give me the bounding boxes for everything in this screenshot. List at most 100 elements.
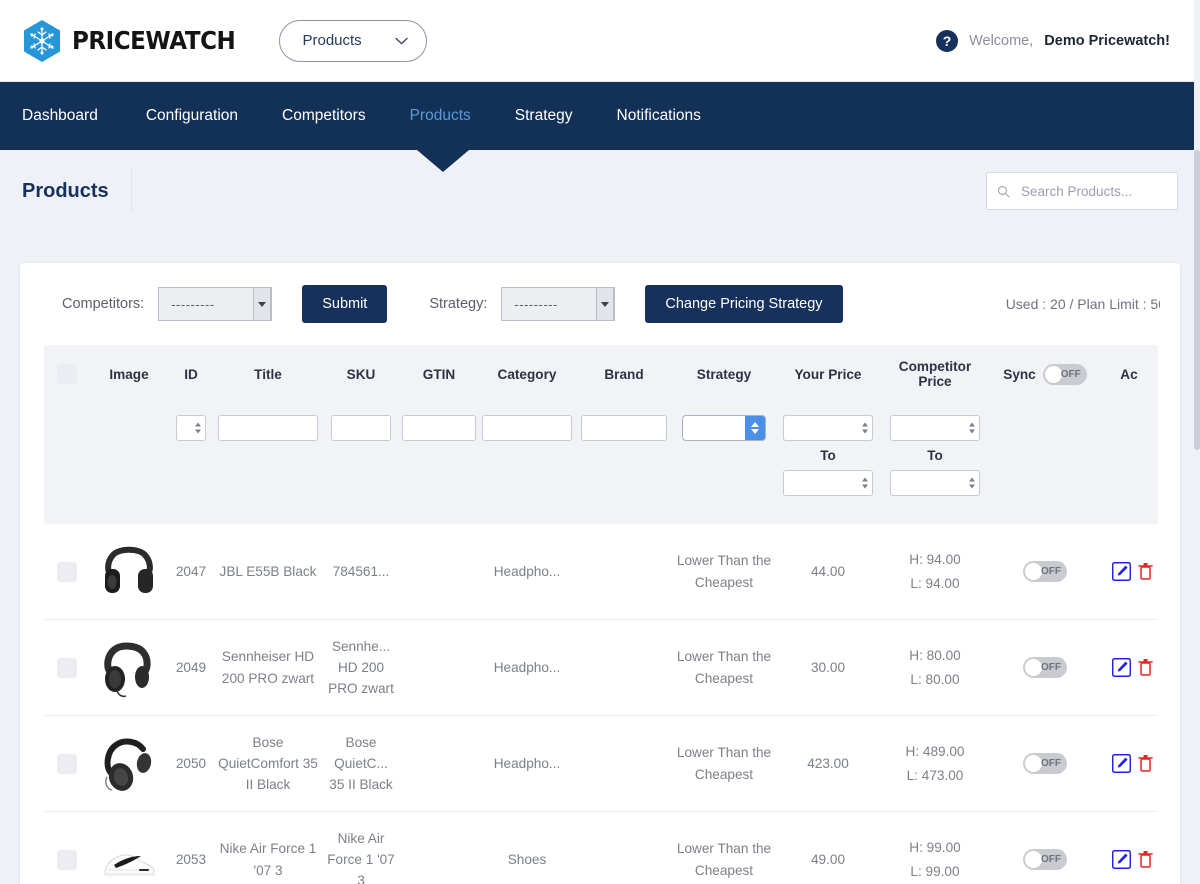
row-sync-toggle[interactable]: OFF (1023, 849, 1067, 870)
scope-selector[interactable]: Products (279, 19, 428, 62)
row-image-cell (90, 716, 168, 811)
strategy-select-arrow[interactable] (596, 287, 615, 321)
table-row[interactable]: 2049 Sennheiser HD 200 PRO zwart Sennhe.… (44, 620, 1158, 716)
row-competitor-price: H: 99.00 L: 99.00 (880, 812, 990, 884)
nav-item-configuration[interactable]: Configuration (124, 82, 260, 150)
row-sync-toggle[interactable]: OFF (1023, 561, 1067, 582)
competitors-select-value: --------- (171, 296, 215, 312)
submit-button[interactable]: Submit (302, 285, 388, 323)
sync-all-toggle[interactable]: OFF (1042, 363, 1087, 385)
row-competitor-high: H: 80.00 (909, 648, 961, 664)
filter-spacer-image (90, 401, 168, 447)
number-spinner-icon[interactable] (967, 421, 976, 436)
row-competitor-low: L: 473.00 (906, 767, 964, 783)
products-card: Competitors: --------- Submit Strategy: … (20, 263, 1180, 884)
nav-item-products[interactable]: Products (388, 82, 493, 150)
row-checkbox[interactable] (57, 657, 77, 678)
filter-input-sku[interactable] (331, 415, 391, 441)
row-checkbox[interactable] (57, 753, 77, 774)
row-select-cell[interactable] (44, 524, 90, 619)
filter-input-gtin[interactable] (402, 415, 476, 441)
filter-input-your-price-from[interactable] (783, 415, 873, 441)
row-sync-cell[interactable]: OFF (990, 524, 1100, 619)
row-checkbox[interactable] (57, 849, 77, 870)
sync-all-toggle-state: OFF (1060, 368, 1081, 380)
filter-input-competitor-price-to[interactable] (890, 470, 980, 496)
number-spinner-icon[interactable] (860, 421, 869, 436)
row-sync-toggle[interactable]: OFF (1023, 657, 1067, 678)
brand-logo[interactable]: PRICEWATCH (22, 19, 249, 63)
question-mark-icon[interactable]: ? (936, 29, 959, 52)
strategy-select[interactable]: --------- (501, 287, 616, 321)
nav-item-notifications[interactable]: Notifications (595, 82, 723, 150)
row-sync-cell[interactable]: OFF (990, 716, 1100, 811)
change-pricing-strategy-button[interactable]: Change Pricing Strategy (645, 285, 843, 323)
your-price-to-label: To (820, 448, 836, 463)
row-id: 2050 (175, 755, 207, 771)
filter-input-id[interactable] (176, 415, 206, 441)
row-select-cell[interactable] (44, 620, 90, 715)
row-select-cell[interactable] (44, 716, 90, 811)
search-input[interactable] (1019, 182, 1167, 200)
number-spinner-icon[interactable] (967, 476, 976, 491)
trash-icon[interactable] (1137, 658, 1153, 677)
filter-input-title[interactable] (218, 415, 318, 441)
row-competitor-high: H: 99.00 (909, 840, 961, 856)
page-scrollbar-thumb[interactable] (1194, 150, 1200, 450)
nav-item-competitors[interactable]: Competitors (260, 82, 388, 150)
filter-input-competitor-price-from[interactable] (890, 415, 980, 441)
column-header-title: Title (254, 366, 282, 382)
row-sync-cell[interactable]: OFF (990, 620, 1100, 715)
filter-input-your-price-to[interactable] (783, 470, 873, 496)
filter-select-strategy[interactable] (682, 415, 766, 441)
row-actions-cell (1100, 620, 1158, 715)
number-spinner-icon[interactable] (860, 476, 869, 491)
column-header-sku: SKU (346, 366, 376, 382)
competitors-select-arrow[interactable] (253, 287, 272, 321)
row-category: Shoes (507, 851, 547, 867)
competitors-select[interactable]: --------- (158, 287, 273, 321)
row-actions-cell (1100, 812, 1158, 884)
row-image-cell (90, 620, 168, 715)
row-strategy: Lower Than the Cheapest (676, 649, 772, 686)
select-all-header[interactable] (44, 345, 90, 401)
table-row[interactable]: 2050 Bose QuietComfort 35 II Black Bose … (44, 716, 1158, 812)
nav-item-strategy[interactable]: Strategy (493, 82, 595, 150)
trash-icon[interactable] (1137, 754, 1153, 773)
number-spinner-icon[interactable] (193, 421, 202, 436)
row-select-cell[interactable] (44, 812, 90, 884)
row-title: Nike Air Force 1 '07 3 (219, 841, 317, 878)
row-image-cell (90, 812, 168, 884)
row-sync-cell[interactable]: OFF (990, 812, 1100, 884)
filter-select-strategy-arrows[interactable] (745, 416, 765, 440)
filter-cell-competitor-price: To (880, 401, 990, 508)
page-scrollbar[interactable] (1194, 0, 1200, 884)
row-competitor-low: L: 99.00 (910, 863, 960, 879)
row-checkbox[interactable] (57, 561, 77, 582)
column-header-actions: Ac (1120, 366, 1138, 382)
filter-input-brand[interactable] (581, 415, 667, 441)
select-all-checkbox[interactable] (57, 364, 77, 384)
edit-pencil-icon[interactable] (1111, 850, 1131, 869)
search-products-box[interactable] (986, 172, 1178, 210)
edit-pencil-icon[interactable] (1111, 658, 1131, 677)
filter-toolbar: Competitors: --------- Submit Strategy: … (20, 263, 1180, 345)
row-sync-toggle-state: OFF (1041, 566, 1061, 577)
row-title: JBL E55B Black (219, 563, 317, 579)
row-sku: Nike Air Force 1 '07 3 (327, 830, 395, 884)
table-row[interactable]: 2053 Nike Air Force 1 '07 3 Nike Air For… (44, 812, 1158, 884)
row-sync-toggle-knob (1025, 755, 1042, 772)
trash-icon[interactable] (1137, 850, 1153, 869)
filter-spacer-checkbox (44, 401, 90, 447)
edit-pencil-icon[interactable] (1111, 754, 1131, 773)
plan-usage-text: Used : 20 / Plan Limit : 50 (1005, 296, 1166, 312)
edit-pencil-icon[interactable] (1111, 562, 1131, 581)
table-row[interactable]: 2047 JBL E55B Black 784561... Headpho...… (44, 524, 1158, 620)
filter-cell-category (478, 401, 576, 453)
trash-icon[interactable] (1137, 562, 1153, 581)
row-id: 2049 (175, 659, 207, 675)
row-sync-toggle[interactable]: OFF (1023, 753, 1067, 774)
nav-item-dashboard[interactable]: Dashboard (22, 82, 124, 150)
filter-cell-title (214, 401, 322, 453)
filter-input-category[interactable] (482, 415, 572, 441)
